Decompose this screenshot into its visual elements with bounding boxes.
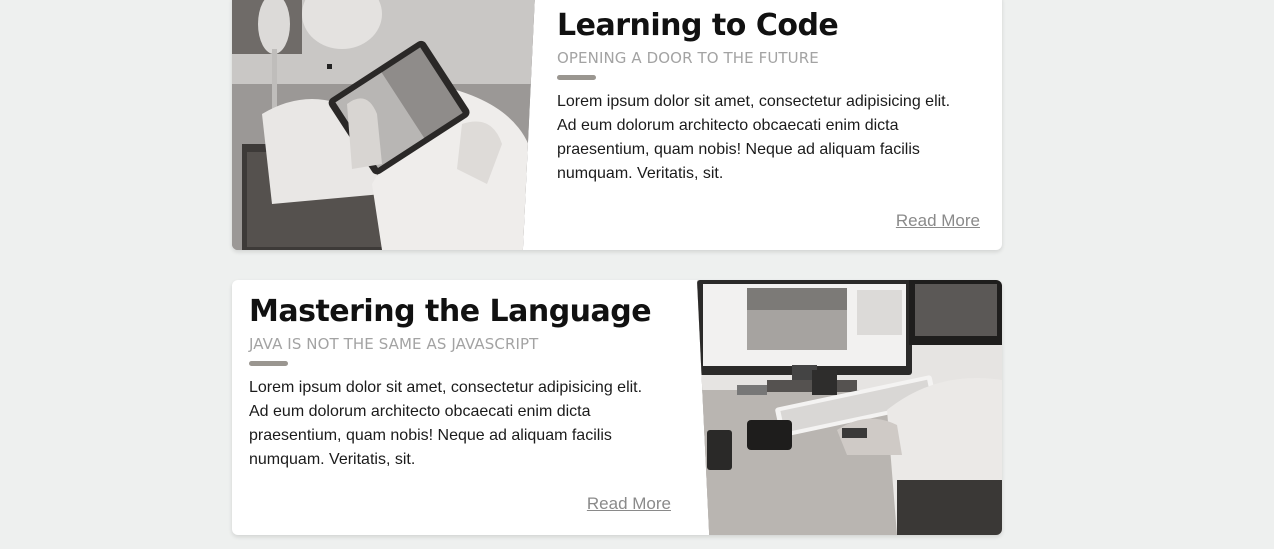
card-content: Mastering the Language Java is not the s… <box>249 280 674 472</box>
read-more-link[interactable]: Read More <box>896 211 980 231</box>
card-photo-desk <box>697 280 1002 535</box>
card-subtitle: Java is not the same as JavaScript <box>249 335 539 353</box>
tablet-photo-image <box>232 0 535 250</box>
accent-bar <box>557 75 596 80</box>
accent-bar <box>249 361 288 366</box>
card-title: Learning to Code <box>557 8 839 43</box>
card-title: Mastering the Language <box>249 294 652 329</box>
blog-card-mastering-the-language: Mastering the Language Java is not the s… <box>232 280 1002 535</box>
card-subtitle: Opening a door to the future <box>557 49 819 67</box>
card-content: Learning to Code Opening a door to the f… <box>557 0 982 186</box>
card-body-text: Lorem ipsum dolor sit amet, consectetur … <box>249 379 643 468</box>
card-photo-tablet <box>232 0 535 250</box>
desk-photo-image <box>697 280 1002 535</box>
blog-card-learning-to-code: Learning to Code Opening a door to the f… <box>232 0 1002 250</box>
read-more-link[interactable]: Read More <box>587 494 671 514</box>
card-body-text: Lorem ipsum dolor sit amet, consectetur … <box>557 93 951 182</box>
